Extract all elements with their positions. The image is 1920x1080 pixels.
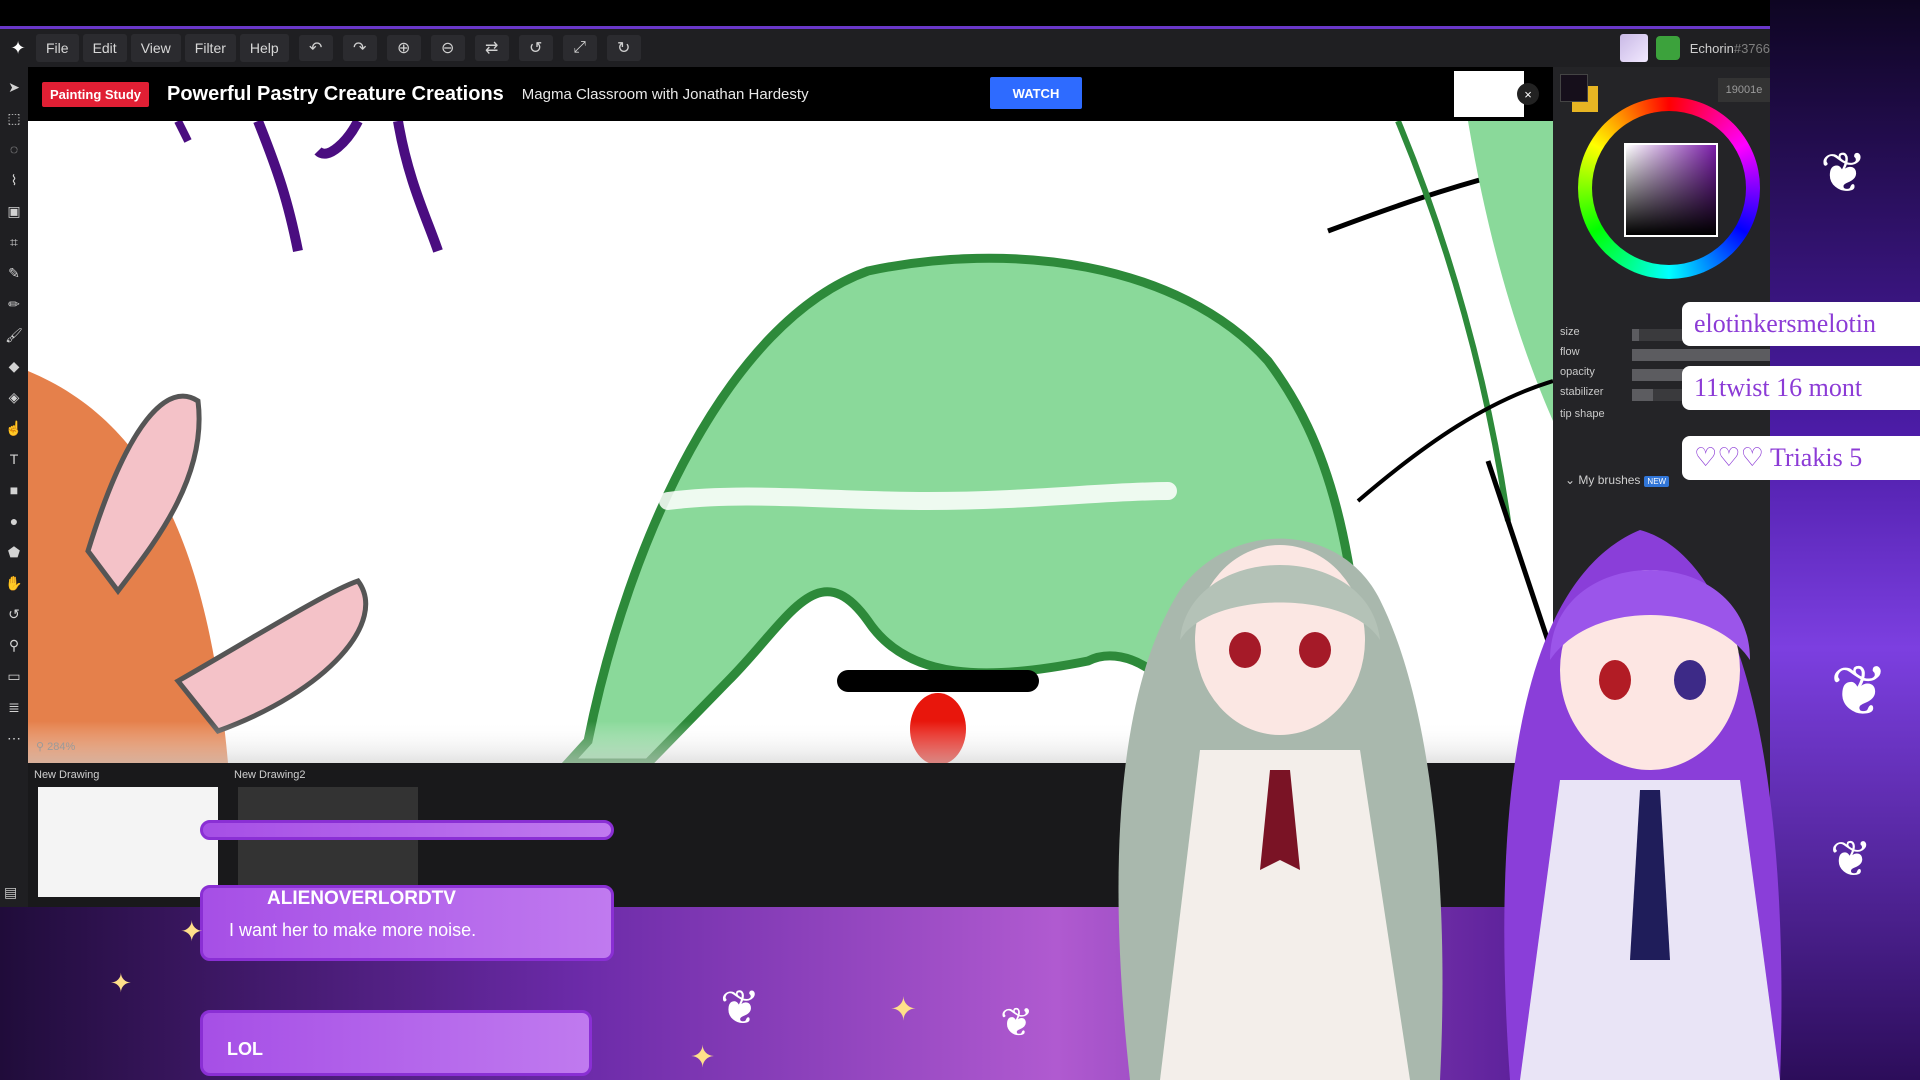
eyedropper-icon[interactable]: ✎ bbox=[3, 262, 25, 284]
comment-icon[interactable]: ▭ bbox=[3, 665, 25, 687]
brush-size-label: size bbox=[1560, 326, 1580, 338]
brush-size-fill bbox=[1632, 329, 1639, 341]
vtuber-avatar-ghost bbox=[1118, 538, 1443, 1080]
promo-banner: Painting Study Powerful Pastry Creature … bbox=[28, 67, 1553, 121]
more-icon[interactable]: ⋯ bbox=[3, 727, 25, 749]
circle-icon[interactable]: ● bbox=[3, 510, 25, 532]
my-brushes-label: My brushes bbox=[1578, 473, 1641, 487]
zoom-readout: ⚲ 284% bbox=[36, 741, 76, 753]
filmstrip-icon[interactable]: ▤ bbox=[4, 884, 17, 901]
transform-icon[interactable]: ▣ bbox=[3, 200, 25, 222]
banner-title: Powerful Pastry Creature Creations bbox=[167, 82, 504, 105]
drawing-thumbnail bbox=[38, 787, 218, 897]
follower-pill: ♡♡♡ Triakis 5 bbox=[1682, 436, 1920, 480]
menu-view[interactable]: View bbox=[130, 34, 181, 62]
butterfly-icon: ❦ bbox=[1830, 652, 1889, 730]
menu-help[interactable]: Help bbox=[239, 34, 289, 62]
brush-tip-shape-label: tip shape bbox=[1560, 408, 1605, 420]
text-icon[interactable]: T bbox=[3, 448, 25, 470]
drawing-name: New Drawing2 bbox=[234, 769, 306, 781]
follower-pill: 11twist 16 mont bbox=[1682, 366, 1920, 410]
vtuber-avatar-main bbox=[1504, 530, 1782, 1080]
brush-flow-fill bbox=[1632, 349, 1770, 361]
banner-thumbnail[interactable] bbox=[1454, 71, 1524, 117]
banner-subtitle: Magma Classroom with Jonathan Hardesty bbox=[521, 85, 809, 103]
redo-icon[interactable]: ↷ bbox=[342, 35, 377, 61]
close-icon[interactable]: × bbox=[1517, 83, 1539, 105]
zoom-value: 284% bbox=[47, 741, 76, 753]
sparkle-icon: ✦ bbox=[890, 991, 917, 1027]
butterfly-icon: ❦ bbox=[720, 982, 761, 1035]
fullscreen-icon[interactable]: ⤢ bbox=[562, 35, 597, 61]
brush-opacity-label: opacity bbox=[1560, 366, 1595, 378]
menu-edit[interactable]: Edit bbox=[82, 34, 127, 62]
username[interactable]: Echorin#3766 bbox=[1690, 41, 1770, 56]
eraser-icon[interactable]: ◆ bbox=[3, 355, 25, 377]
shape-icon[interactable]: ⬟ bbox=[3, 541, 25, 563]
menu-filter[interactable]: Filter bbox=[184, 34, 236, 62]
primary-color-swatch[interactable] bbox=[1560, 74, 1588, 102]
undo-icon[interactable]: ↶ bbox=[298, 35, 333, 61]
brush-flow-slider[interactable] bbox=[1632, 349, 1770, 361]
username-text: Echorin bbox=[1689, 40, 1734, 56]
banner-badge: Painting Study bbox=[42, 81, 149, 107]
chat-message-card: LOL bbox=[200, 1010, 592, 1076]
move-icon[interactable]: ➤ bbox=[3, 76, 25, 98]
smudge-icon[interactable]: ☝ bbox=[3, 417, 25, 439]
follower-text: elotinkersmelotin bbox=[1694, 309, 1876, 338]
user-area: Echorin#3766 bbox=[1619, 29, 1770, 67]
brush-stabilizer-fill bbox=[1632, 389, 1653, 401]
undo-history-icon[interactable]: ↺ bbox=[3, 603, 25, 625]
chat-message-text: I want her to make more noise. bbox=[229, 920, 477, 940]
chat-message-text: LOL bbox=[227, 1039, 263, 1059]
saturation-value-square[interactable] bbox=[1624, 143, 1718, 237]
color-hex-field[interactable]: 19001e bbox=[1718, 78, 1770, 102]
left-toolbar: ➤ ⬚ ◌ ⌇ ▣ ⌗ ✎ ✏ 🖌 ◆ ◈ ☝ T ■ ● ⬟ ✋ ↺ ⚲ ▭ … bbox=[0, 67, 28, 907]
rotate-right-icon[interactable]: ↻ bbox=[606, 35, 641, 61]
brush-icon[interactable]: 🖌 bbox=[3, 324, 25, 346]
timeline-icon[interactable]: ≣ bbox=[3, 696, 25, 718]
sparkle-icon: ✦ bbox=[690, 1041, 716, 1074]
lasso-icon[interactable]: ◌ bbox=[3, 138, 25, 160]
brush-flow-label: flow bbox=[1560, 346, 1580, 358]
drawing-name: New Drawing bbox=[34, 769, 100, 781]
follower-text: 11twist 16 mont bbox=[1694, 373, 1863, 402]
follower-text: ♡♡♡ Triakis 5 bbox=[1694, 443, 1863, 472]
username-discriminator: #3766 bbox=[1733, 40, 1770, 56]
zoom-in-icon[interactable]: ⊕ bbox=[386, 35, 421, 61]
rectangle-icon[interactable]: ■ bbox=[3, 479, 25, 501]
fill-icon[interactable]: ◈ bbox=[3, 386, 25, 408]
select-rect-icon[interactable]: ⬚ bbox=[3, 107, 25, 129]
new-badge: NEW bbox=[1644, 476, 1670, 487]
butterfly-icon: ❦ bbox=[1830, 831, 1872, 887]
menu-bar: ✦ File Edit View Filter Help ↶ ↷ ⊕ ⊖ ⇄ ↺… bbox=[0, 29, 1770, 67]
my-brushes-header[interactable]: ⌄ My brushes NEW bbox=[1565, 473, 1670, 487]
color-wheel[interactable] bbox=[1578, 97, 1760, 279]
avatar[interactable] bbox=[1619, 34, 1648, 62]
drawing-card[interactable]: New Drawing bbox=[34, 769, 224, 899]
butterfly-icon: ❦ bbox=[1820, 141, 1867, 204]
rotate-left-icon[interactable]: ↺ bbox=[518, 35, 553, 61]
hand-icon[interactable]: ✋ bbox=[3, 572, 25, 594]
chat-message-card: ALIENOVERLORDTV I want her to make more … bbox=[200, 885, 614, 961]
user-badge-icon bbox=[1655, 36, 1680, 60]
polygon-lasso-icon[interactable]: ⌇ bbox=[3, 169, 25, 191]
brush-stabilizer-label: stabilizer bbox=[1560, 386, 1604, 398]
butterfly-icon: ❦ bbox=[1000, 1001, 1034, 1045]
pencil-icon[interactable]: ✏ bbox=[3, 293, 25, 315]
drawing-thumbnail bbox=[238, 787, 418, 897]
chat-username: ALIENOVERLORDTV bbox=[267, 888, 456, 909]
magnifier-icon[interactable]: ⚲ bbox=[3, 634, 25, 656]
sparkle-icon: ✦ bbox=[180, 916, 204, 947]
crop-icon[interactable]: ⌗ bbox=[3, 231, 25, 253]
zoom-out-icon[interactable]: ⊖ bbox=[430, 35, 465, 61]
follower-pill: elotinkersmelotin bbox=[1682, 302, 1920, 346]
watch-button[interactable]: WATCH bbox=[990, 77, 1082, 109]
flip-icon[interactable]: ⇄ bbox=[474, 35, 509, 61]
sparkle-icon: ✦ bbox=[110, 968, 132, 998]
chat-message-card bbox=[200, 820, 614, 840]
app-logo-icon[interactable]: ✦ bbox=[4, 34, 32, 62]
title-strip bbox=[0, 0, 1770, 29]
menu-file[interactable]: File bbox=[36, 34, 79, 62]
